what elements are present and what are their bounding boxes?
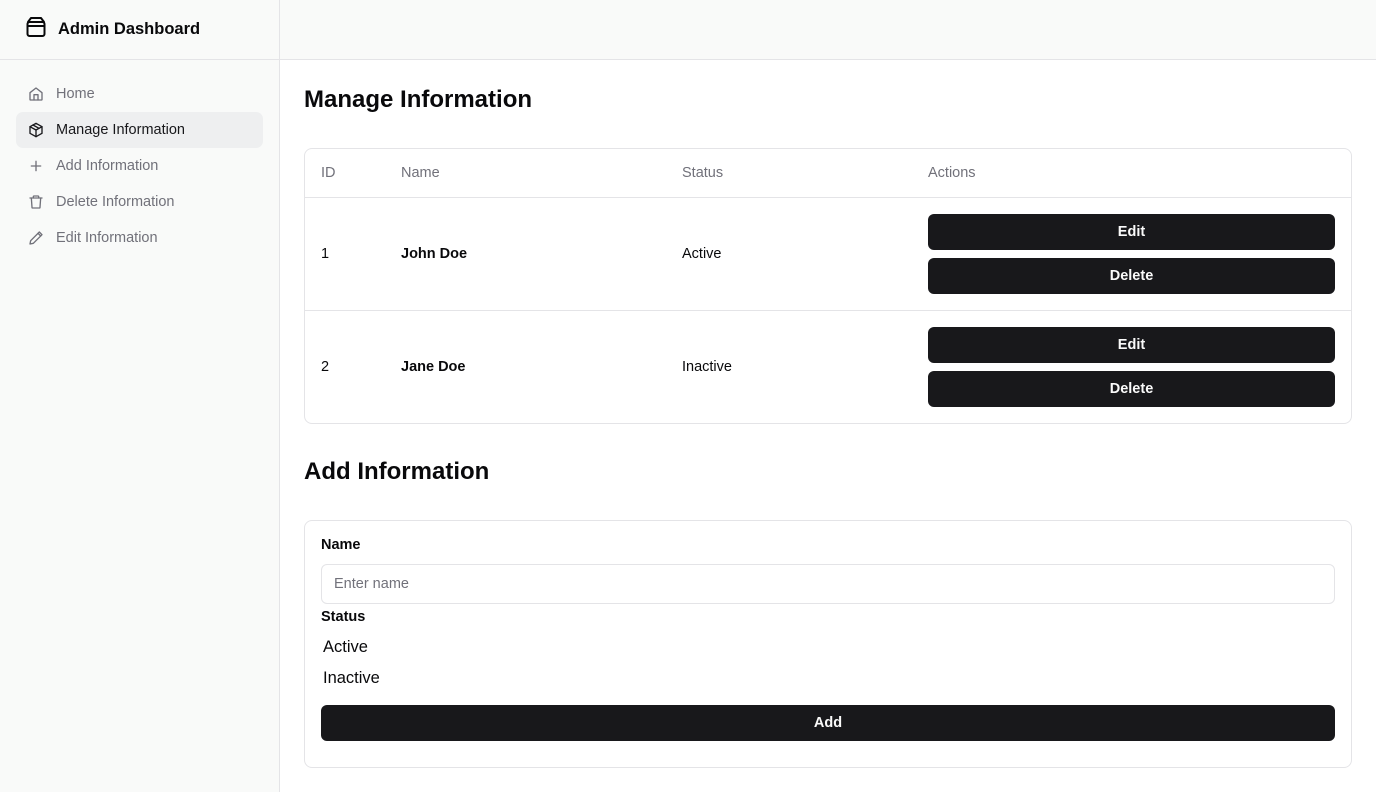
cell-actions: Edit Delete (912, 197, 1351, 310)
sidebar-item-add-information[interactable]: Add Information (16, 148, 263, 184)
add-section-title: Add Information (304, 458, 490, 485)
pencil-icon (29, 231, 43, 245)
add-button[interactable]: Add (321, 705, 1335, 741)
status-option-inactive[interactable]: Inactive (321, 669, 1335, 688)
cell-status: Active (682, 245, 722, 262)
sidebar-item-delete-information[interactable]: Delete Information (16, 184, 263, 220)
trash-icon (29, 195, 43, 209)
sidebar-nav: Home Manage Information Add Information … (0, 60, 279, 256)
sidebar-item-edit-information[interactable]: Edit Information (16, 220, 263, 256)
top-bar (280, 0, 1376, 60)
cell-actions: Edit Delete (912, 309, 1351, 423)
package-icon (24, 15, 48, 44)
sidebar-item-label: Delete Information (56, 194, 175, 210)
sidebar-item-label: Edit Information (56, 230, 158, 246)
brand-title: Admin Dashboard (58, 20, 201, 38)
information-table: ID Name Status Actions 1 John Doe Active… (305, 149, 1351, 423)
cell-status: Inactive (666, 309, 912, 423)
table-row: 2 Jane Doe Inactive Edit Delete (305, 309, 1351, 423)
package-icon (29, 122, 43, 138)
sidebar-item-label: Manage Information (56, 122, 185, 138)
status-label: Status (321, 609, 366, 625)
sidebar-item-home[interactable]: Home (16, 76, 263, 112)
table-row: 1 John Doe Active Edit Delete (305, 197, 1351, 310)
sidebar-item-label: Add Information (56, 158, 159, 174)
name-label: Name (321, 537, 361, 553)
column-header-status: Status (666, 149, 912, 198)
delete-button[interactable]: Delete (928, 257, 1335, 294)
column-header-name: Name (385, 149, 666, 198)
name-input[interactable] (321, 564, 1335, 604)
table-header-row: ID Name Status Actions (305, 149, 1351, 198)
sidebar-item-manage-information[interactable]: Manage Information (16, 112, 263, 148)
cell-name: John Doe (401, 245, 468, 262)
brand[interactable]: Admin Dashboard (0, 0, 279, 60)
sidebar-item-label: Home (56, 86, 95, 102)
edit-button[interactable]: Edit (928, 326, 1335, 363)
status-option-active[interactable]: Active (321, 638, 1335, 657)
sidebar: Admin Dashboard Home Manage Information … (0, 0, 280, 792)
cell-name: Jane Doe (385, 309, 666, 423)
column-header-actions: Actions (912, 149, 1351, 198)
home-icon (29, 87, 43, 101)
page-title: Manage Information (304, 86, 533, 113)
delete-button[interactable]: Delete (928, 370, 1335, 407)
plus-icon (30, 160, 42, 172)
cell-id: 1 (321, 245, 330, 262)
information-table-card: ID Name Status Actions 1 John Doe Active… (304, 148, 1352, 424)
edit-button[interactable]: Edit (928, 213, 1335, 250)
column-header-id: ID (305, 149, 385, 198)
cell-id: 2 (305, 309, 385, 423)
add-information-form: Name Status Active Inactive Add (304, 520, 1352, 768)
